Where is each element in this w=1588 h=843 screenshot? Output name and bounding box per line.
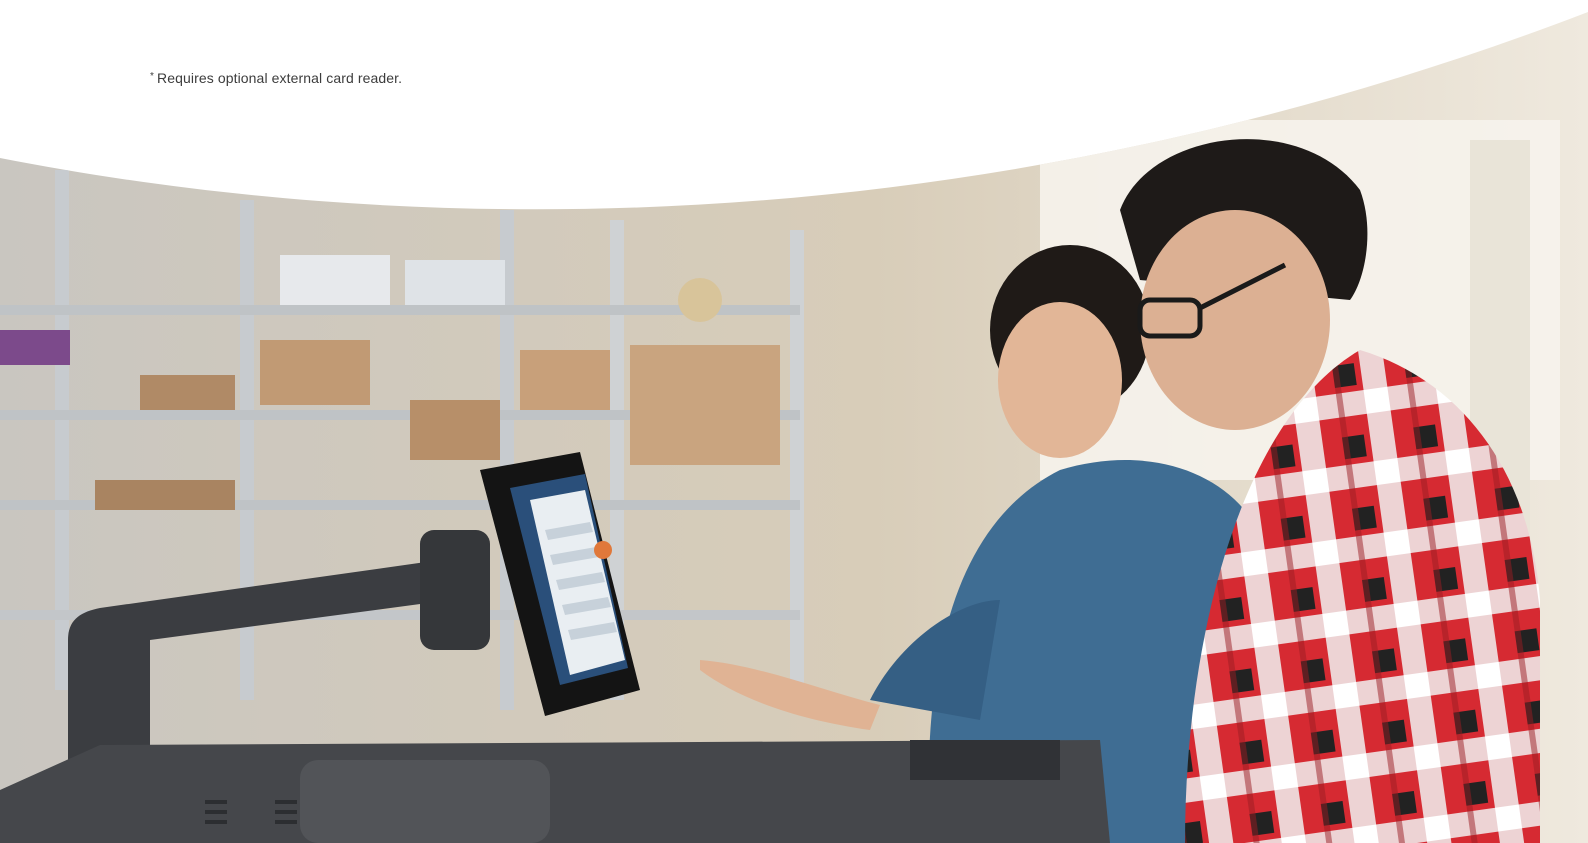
office-photo xyxy=(0,12,1588,843)
photo-content xyxy=(0,12,1588,843)
